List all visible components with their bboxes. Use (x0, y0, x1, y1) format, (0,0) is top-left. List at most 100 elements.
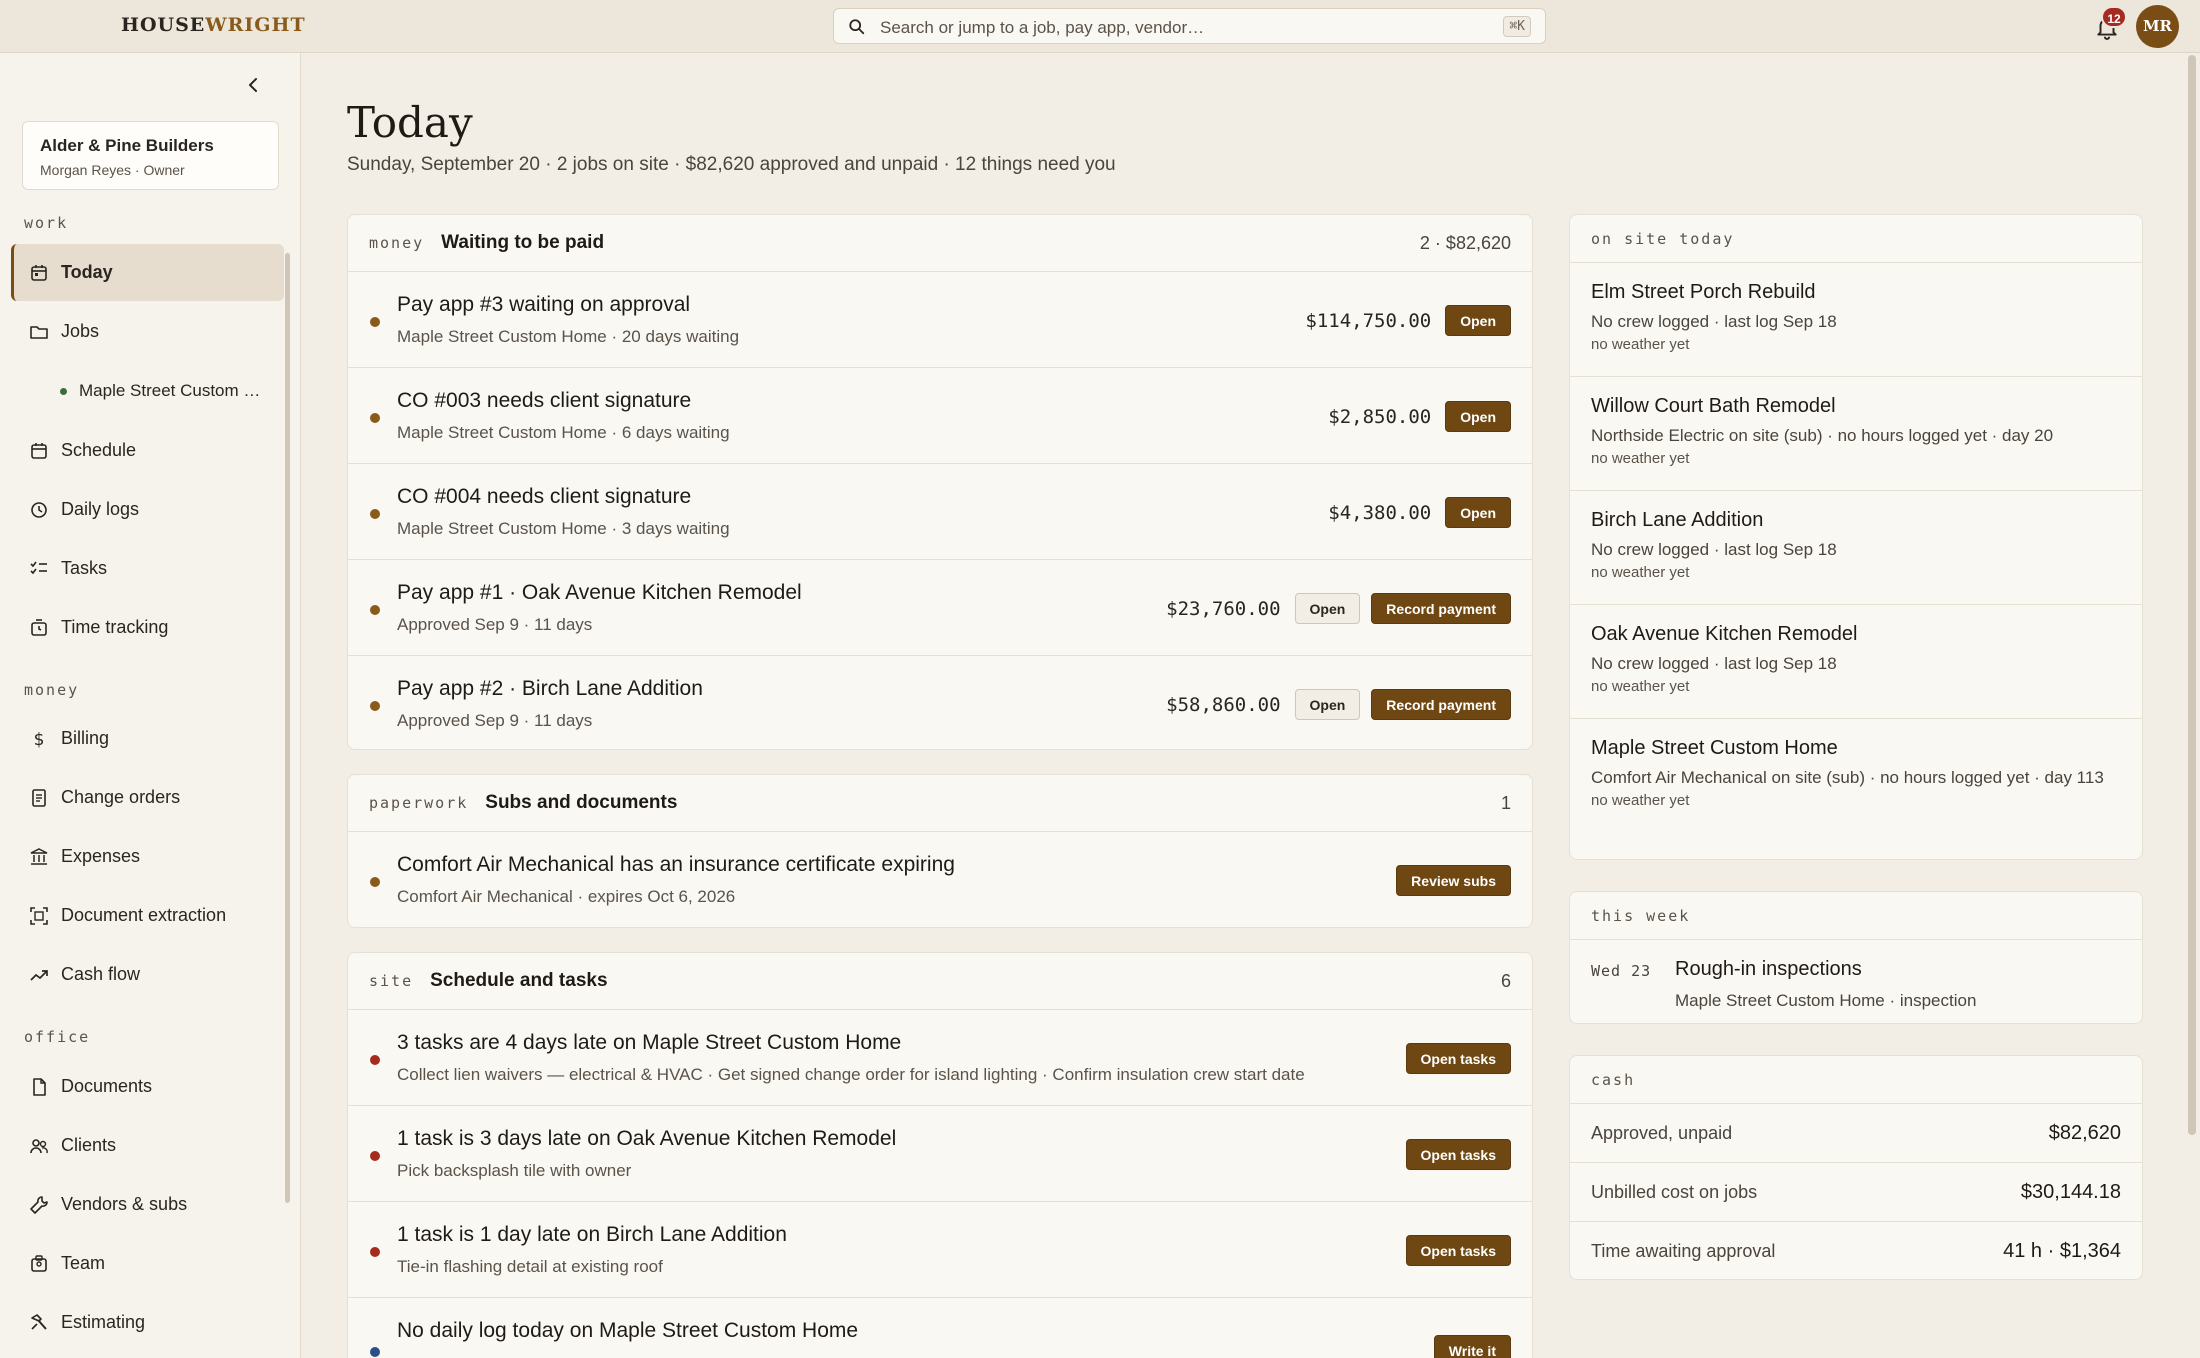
calendar-icon (31, 442, 47, 459)
sidebar-item-vendors[interactable]: Vendors & subs (11, 1176, 284, 1233)
money-card: money Waiting to be paid 2 · $82,620 Pay… (347, 214, 1533, 750)
sidebar-item-label: Vendors & subs (61, 1194, 188, 1214)
item-subtitle: Maple Street Custom Home · 20 days waiti… (397, 327, 740, 346)
list-item: 3 tasks are 4 days late on Maple Street … (348, 1010, 1532, 1106)
card-count: 1 (1500, 792, 1511, 813)
item-title: Elm Street Porch Rebuild (1591, 281, 1816, 303)
calendar-icon (31, 264, 47, 281)
list-item[interactable]: Elm Street Porch Rebuild No crew logged … (1570, 263, 2142, 377)
open-tasks-button[interactable]: Open tasks (1405, 1043, 1511, 1074)
this-week-card: this week Wed 23 Rough-in inspections Ma… (1569, 891, 2143, 1024)
item-title: CO #003 needs client signature (397, 389, 692, 412)
sidebar-item-team[interactable]: Team (11, 1235, 284, 1292)
org-name: Alder & Pine Builders (40, 136, 214, 155)
app-logo[interactable]: HOUSEWRIGHT (121, 14, 306, 36)
sidebar-item-jobs[interactable]: Jobs (11, 303, 284, 360)
org-switcher[interactable]: Alder & Pine Builders Morgan Reyes · Own… (22, 121, 279, 190)
logo-part-b: WRIGHT (205, 14, 306, 36)
bank-icon (30, 847, 48, 865)
list-item: Pay app #1 · Oak Avenue Kitchen Remodel … (348, 560, 1532, 656)
open-button[interactable]: Open (1294, 689, 1361, 720)
search-input[interactable]: Search or jump to a job, pay app, vendor… (833, 8, 1546, 44)
item-title: 1 task is 3 days late on Oak Avenue Kitc… (397, 1127, 897, 1150)
site-card: site Schedule and tasks 6 3 tasks are 4 … (347, 952, 1533, 1358)
folder-icon (30, 325, 48, 339)
item-subtitle: Comfort Air Mechanical · expires Oct 6, … (397, 887, 736, 906)
open-tasks-button[interactable]: Open tasks (1405, 1235, 1511, 1266)
open-tasks-button[interactable]: Open tasks (1405, 1139, 1511, 1170)
record-payment-button[interactable]: Record payment (1371, 593, 1511, 624)
card-tag: on site today (1591, 229, 1735, 248)
sidebar-item-estimating[interactable]: Estimating (11, 1294, 284, 1351)
open-button[interactable]: Open (1445, 497, 1511, 528)
item-amount: $58,860.00 (1166, 693, 1281, 716)
sidebar-item-label: Tasks (61, 558, 108, 578)
review-subs-button[interactable]: Review subs (1396, 865, 1511, 896)
cash-row[interactable]: Unbilled cost on jobs $30,144.18 (1570, 1163, 2142, 1222)
svg-text:$: $ (34, 730, 45, 749)
list-item[interactable]: Oak Avenue Kitchen Remodel No crew logge… (1570, 605, 2142, 719)
chevron-left-icon[interactable] (244, 75, 264, 95)
card-header: on site today (1570, 215, 2142, 263)
item-title: CO #004 needs client signature (397, 485, 692, 508)
item-title: 1 task is 1 day late on Birch Lane Addit… (397, 1223, 787, 1246)
open-button[interactable]: Open (1445, 401, 1511, 432)
section-label-office: office (24, 1028, 91, 1046)
sidebar-item-schedule[interactable]: Schedule (11, 422, 284, 479)
card-header: paperwork Subs and documents 1 (348, 775, 1532, 832)
sidebar-item-billing[interactable]: $ Billing (11, 710, 284, 767)
cash-row[interactable]: Approved, unpaid $82,620 (1570, 1104, 2142, 1163)
sidebar-item-time-tracking[interactable]: Time tracking (11, 599, 284, 656)
avatar[interactable]: MR (2136, 5, 2179, 48)
page-scrollbar[interactable] (2188, 55, 2196, 1135)
sidebar-item-cash-flow[interactable]: Cash flow (11, 946, 284, 1003)
sidebar-item-document-extraction[interactable]: Document extraction (11, 887, 284, 944)
list-item[interactable]: Wed 23 Rough-in inspections Maple Street… (1570, 940, 2142, 1023)
sidebar-item-today[interactable]: Today (11, 244, 284, 301)
document-icon (32, 788, 46, 807)
list-item: No daily log today on Maple Street Custo… (348, 1298, 1532, 1358)
sidebar-item-label: Today (61, 262, 113, 282)
on-site-card: on site today Elm Street Porch Rebuild N… (1569, 214, 2143, 860)
write-log-button[interactable]: Write it (1433, 1335, 1511, 1358)
sidebar-scrollbar[interactable] (285, 253, 290, 1203)
weather-status: no weather yet (1591, 564, 1690, 581)
card-title: Schedule and tasks (430, 970, 608, 991)
sidebar-item-daily-logs[interactable]: Daily logs (11, 481, 284, 538)
record-payment-button[interactable]: Record payment (1371, 689, 1511, 720)
sidebar-item-change-orders[interactable]: Change orders (11, 769, 284, 826)
weather-status: no weather yet (1591, 450, 1690, 467)
cash-row[interactable]: Time awaiting approval 41 h · $1,364 (1570, 1222, 2142, 1279)
item-title: Birch Lane Addition (1591, 509, 1764, 531)
status-dot (370, 1055, 380, 1065)
item-title: Willow Court Bath Remodel (1591, 395, 1836, 417)
item-subtitle: Northside Electric on site (sub) · no ho… (1591, 426, 2054, 445)
weather-status: no weather yet (1591, 336, 1690, 353)
list-item[interactable]: Birch Lane Addition No crew logged · las… (1570, 491, 2142, 605)
sidebar-item-documents[interactable]: Documents (11, 1058, 284, 1115)
search-shortcut: ⌘K (1503, 16, 1531, 37)
sidebar-item-tasks[interactable]: Tasks (11, 540, 284, 597)
sidebar-item-label: Clients (61, 1135, 117, 1155)
item-subtitle: No crew logged · last log Sep 18 (1591, 540, 1837, 559)
list-item: CO #004 needs client signature Maple Str… (348, 464, 1532, 560)
open-button[interactable]: Open (1445, 305, 1511, 336)
card-header: this week (1570, 892, 2142, 940)
status-dot (370, 317, 380, 327)
page-title: Today (347, 98, 473, 147)
badge-icon (31, 1254, 47, 1272)
item-amount: $2,850.00 (1328, 405, 1432, 428)
status-dot (370, 877, 380, 887)
sidebar-item-job-maple[interactable]: Maple Street Custom Home (60, 371, 280, 411)
list-item[interactable]: Willow Court Bath Remodel Northside Elec… (1570, 377, 2142, 491)
item-subtitle: No crew logged · last log Sep 18 (1591, 654, 1837, 673)
status-dot (370, 605, 380, 615)
item-title: Pay app #3 waiting on approval (397, 293, 691, 316)
top-bar: HOUSEWRIGHT Search or jump to a job, pay… (0, 0, 2200, 53)
sidebar-item-clients[interactable]: Clients (11, 1117, 284, 1174)
open-button[interactable]: Open (1294, 593, 1361, 624)
status-dot (370, 509, 380, 519)
sidebar-item-expenses[interactable]: Expenses (11, 828, 284, 885)
list-item[interactable]: Maple Street Custom Home Comfort Air Mec… (1570, 719, 2142, 859)
status-dot (60, 387, 67, 395)
